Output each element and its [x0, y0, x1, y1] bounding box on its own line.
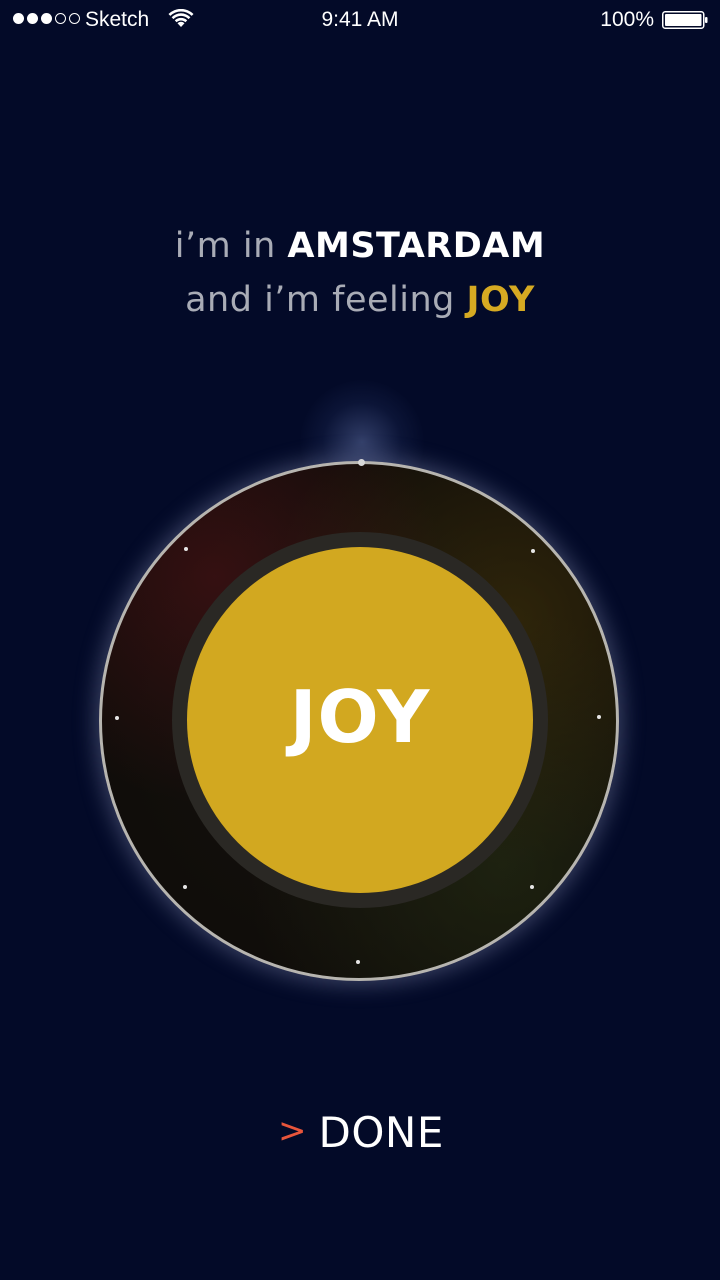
battery-icon [662, 11, 708, 29]
done-label: DONE [318, 1107, 444, 1157]
feeling-line: and i’m feeling JOY [0, 280, 720, 320]
status-bar: Sketch 9:41 AM 100% [0, 0, 720, 40]
location-line: i’m in AMSTARDAM [0, 226, 720, 266]
dial-tick [531, 549, 535, 553]
selected-mood-button[interactable]: JOY [187, 547, 533, 893]
done-button[interactable]: > DONE [270, 1104, 450, 1160]
location-prefix: i’m in [174, 226, 288, 266]
dial-tick [356, 960, 360, 964]
current-mood-text: JOY [466, 280, 535, 320]
dial-tick [184, 547, 188, 551]
chevron-right-icon: > [278, 1111, 307, 1151]
dial-handle[interactable] [358, 459, 365, 466]
dial-tick [115, 716, 119, 720]
dial-tick [183, 885, 187, 889]
dial-tick [530, 885, 534, 889]
city-name: AMSTARDAM [287, 226, 546, 266]
feeling-prefix: and i’m feeling [185, 280, 467, 320]
dial-tick [597, 715, 601, 719]
selected-mood-label: JOY [289, 675, 431, 759]
battery-percentage: 100% [600, 8, 654, 31]
